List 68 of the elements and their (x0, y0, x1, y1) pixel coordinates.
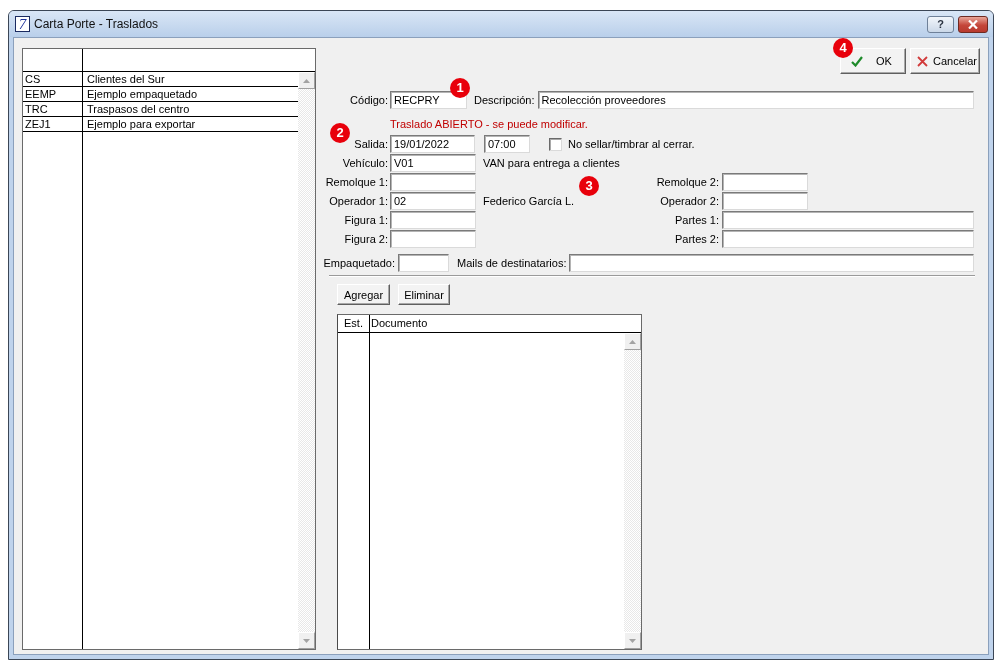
up-arrow-icon (629, 339, 636, 344)
package-field[interactable] (398, 254, 449, 272)
column-header: Documento (371, 316, 428, 331)
field-label: Descripción: (474, 94, 535, 106)
checkbox[interactable] (549, 137, 562, 151)
trailer-field[interactable] (722, 173, 808, 191)
help-button[interactable]: ? (927, 15, 954, 33)
time-field[interactable]: 07:00 (484, 135, 530, 153)
field-label: Operador 2: (659, 195, 720, 207)
table-cell-text: Ejemplo para exportar (86, 117, 196, 131)
scrollbar[interactable] (624, 333, 641, 649)
field-label: Remolque 1: (324, 176, 389, 188)
field-label: Remolque 2: (655, 176, 720, 188)
table-cell-text: CS (24, 72, 42, 86)
code-field[interactable]: RECPRY (390, 91, 467, 109)
table-cell-text: ZEJ1 (24, 117, 52, 131)
down-arrow-icon (303, 638, 310, 643)
field-label: Partes 2: (673, 233, 720, 245)
window-title: Carta Porte - Traslados (34, 17, 159, 31)
cancel-button[interactable]: Cancelar (910, 48, 980, 74)
cancel-icon (917, 55, 928, 67)
scroll-down-button[interactable] (298, 632, 315, 649)
delete-button[interactable]: Eliminar (398, 284, 450, 305)
figure-field[interactable] (390, 230, 476, 248)
table-cell-text: TRC (24, 102, 49, 116)
parts-field[interactable] (722, 230, 974, 248)
table-cell-text: Ejemplo empaquetado (86, 87, 198, 101)
field-label: Salida: (353, 138, 389, 150)
field-label: Operador 1: (328, 195, 389, 207)
list-row[interactable]: ZEJ1 Ejemplo para exportar (23, 117, 298, 132)
trailer-field[interactable] (390, 173, 476, 191)
field-label: Partes 1: (673, 214, 720, 226)
field-label: Código: (349, 94, 389, 106)
description-field[interactable]: Recolección proveedores (537, 91, 974, 109)
field-label: Vehículo: (341, 157, 389, 169)
operator-name: Federico García L. (483, 195, 575, 207)
list-row[interactable]: CS Clientes del Sur (23, 72, 298, 87)
check-icon (851, 55, 863, 67)
scroll-up-button[interactable] (298, 72, 315, 89)
vehicle-field[interactable]: V01 (390, 154, 476, 172)
up-arrow-icon (303, 78, 310, 83)
figure-field[interactable] (390, 211, 476, 229)
checkbox-label[interactable]: No sellar/timbrar al cerrar. (568, 138, 695, 150)
app-icon: 7 (15, 16, 30, 32)
scrollbar[interactable] (298, 72, 315, 649)
field-label: Figura 1: (343, 214, 389, 226)
field-label: Figura 2: (343, 233, 389, 245)
column-header: Est. (343, 316, 364, 331)
add-button[interactable]: Agregar (337, 284, 390, 305)
scroll-up-button[interactable] (624, 333, 641, 350)
table-cell-text: Traspasos del centro (86, 102, 190, 116)
close-icon (968, 19, 978, 29)
table-cell-text: Clientes del Sur (86, 72, 165, 86)
operator-field[interactable]: 02 (390, 192, 476, 210)
scroll-down-button[interactable] (624, 632, 641, 649)
status-message: Traslado ABIERTO - se puede modificar. (390, 117, 588, 131)
field-label: Empaquetado: (322, 257, 396, 269)
vehicle-description: VAN para entrega a clientes (483, 157, 620, 169)
close-button[interactable] (958, 15, 988, 33)
down-arrow-icon (629, 638, 636, 643)
date-field[interactable]: 19/01/2022 (390, 135, 475, 153)
field-label: Mails de destinatarios: (457, 257, 567, 269)
operator-field[interactable] (722, 192, 808, 210)
emails-field[interactable] (569, 254, 974, 272)
table-cell-text: EEMP (24, 87, 58, 101)
list-row[interactable]: TRC Traspasos del centro (23, 102, 298, 117)
list-row[interactable]: EEMP Ejemplo empaquetado (23, 87, 298, 102)
parts-field[interactable] (722, 211, 974, 229)
